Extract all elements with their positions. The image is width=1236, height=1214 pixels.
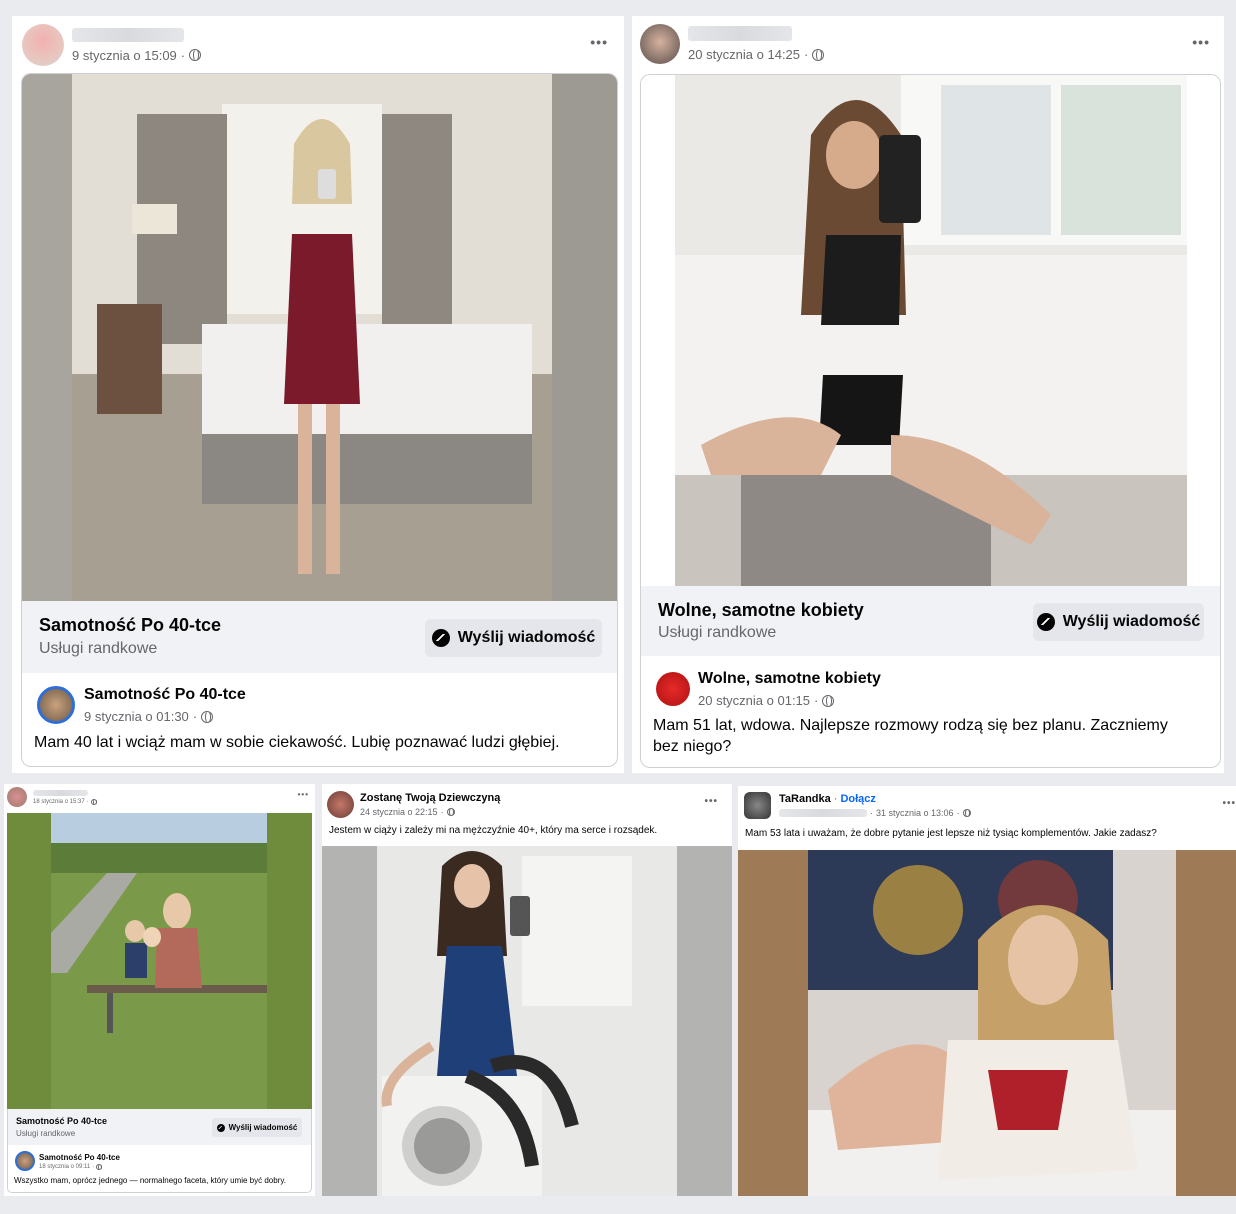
globe-icon — [96, 1163, 103, 1170]
bed-portrait-photo — [738, 850, 1236, 1196]
post-text: Mam 53 lata i uważam, że dobre pytanie j… — [745, 828, 1157, 839]
more-options-icon[interactable]: ••• — [1222, 798, 1236, 809]
page-name[interactable]: Samotność Po 40-tce — [84, 686, 246, 704]
bedroom-selfie-photo — [641, 75, 1220, 586]
bedroom-mirror-photo — [22, 74, 617, 601]
author-name[interactable]: TaRandka — [779, 793, 831, 805]
page-post-time[interactable]: 18 stycznia o 09:11 — [39, 1164, 90, 1170]
post-card: 9 stycznia o 15:09 · ••• Samotność Po 40… — [12, 16, 624, 773]
more-options-icon[interactable]: ••• — [1192, 34, 1210, 50]
page-name[interactable]: Samotność Po 40-tce — [39, 1153, 120, 1162]
post-time[interactable]: 20 stycznia o 14:25 — [688, 47, 800, 62]
post-photo[interactable] — [21, 73, 618, 601]
post-time[interactable]: 9 stycznia o 15:09 — [72, 48, 177, 63]
post-text: Jestem w ciąży i zależy mi na mężczyźnie… — [329, 825, 658, 836]
globe-icon — [189, 49, 202, 61]
globe-icon — [812, 48, 825, 61]
page-avatar[interactable] — [37, 686, 75, 724]
page-name[interactable]: Wolne, samotne kobiety — [698, 670, 881, 688]
post-time[interactable]: 24 stycznia o 22:15 — [360, 807, 438, 817]
bathroom-selfie-photo — [322, 846, 732, 1196]
more-options-icon[interactable]: ••• — [704, 796, 718, 807]
page-post-time[interactable]: 9 stycznia o 01:30 — [84, 709, 189, 724]
post-card: 18 stycznia o 15:37 · ••• Samotność Po 4… — [4, 784, 315, 1196]
author-name[interactable]: Zostanę Twoją Dziewczyną — [360, 792, 500, 804]
globe-icon — [446, 808, 455, 816]
post-card: 20 stycznia o 14:25 · ••• Wolne, samotne… — [632, 16, 1224, 773]
park-bench-photo — [7, 813, 312, 1109]
globe-icon — [201, 710, 214, 723]
post-card: TaRandka · Dołącz · 31 stycznia o 13:06 … — [738, 786, 1236, 1196]
author-name-redacted[interactable] — [72, 27, 184, 42]
post-text: Mam 40 lat i wciąż mam w sobie ciekawość… — [34, 734, 560, 751]
post-time[interactable]: 18 stycznia o 15:37 — [33, 799, 85, 805]
more-options-icon[interactable]: ••• — [590, 34, 608, 50]
post-photo[interactable] — [738, 850, 1236, 1196]
more-options-icon[interactable]: ••• — [298, 790, 309, 799]
avatar[interactable] — [744, 792, 771, 819]
post-photo[interactable] — [640, 74, 1221, 586]
author-name-redacted — [779, 809, 867, 817]
post-photo[interactable] — [7, 813, 312, 1109]
page-avatar[interactable] — [15, 1151, 35, 1171]
avatar[interactable] — [7, 787, 27, 807]
post-photo[interactable] — [322, 846, 732, 1196]
globe-icon — [822, 694, 835, 707]
post-time[interactable]: 31 stycznia o 13:06 — [876, 808, 954, 818]
heart-logo-avatar[interactable] — [656, 672, 690, 706]
author-name-redacted[interactable] — [688, 26, 792, 41]
globe-icon — [962, 809, 971, 817]
join-link[interactable]: Dołącz — [840, 793, 875, 805]
post-card: Zostanę Twoją Dziewczyną 24 stycznia o 2… — [322, 784, 732, 1196]
avatar[interactable] — [327, 791, 354, 818]
page-post-time[interactable]: 20 stycznia o 01:15 — [698, 693, 810, 708]
post-text: Mam 51 lat, wdowa. Najlepsze rozmowy rod… — [653, 717, 1168, 755]
avatar[interactable] — [22, 24, 64, 66]
avatar[interactable] — [640, 24, 680, 64]
author-name-redacted[interactable] — [33, 789, 88, 796]
post-text: Wszystko mam, oprócz jednego — normalneg… — [14, 1176, 286, 1185]
globe-icon — [90, 798, 97, 805]
